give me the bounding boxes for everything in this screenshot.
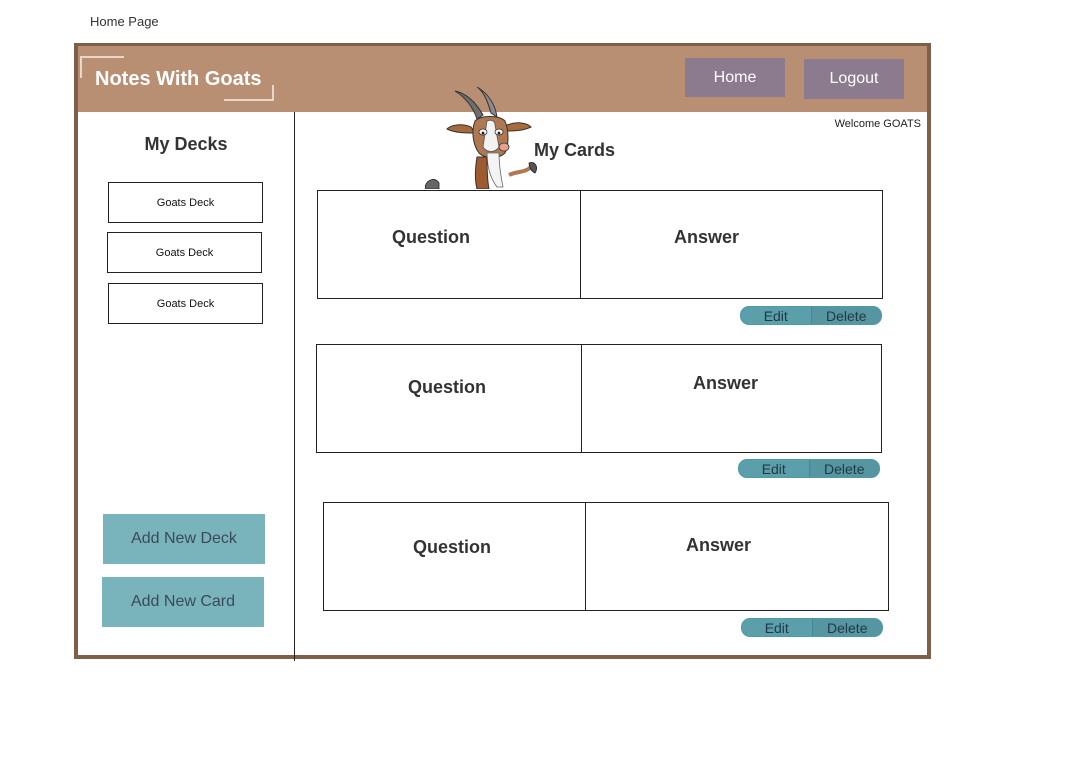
card-answer: Answer: [674, 227, 740, 247]
delete-button[interactable]: Delete: [811, 307, 881, 324]
card-answer: Answer: [686, 535, 752, 555]
my-cards-title: My Cards: [534, 140, 616, 160]
edit-button[interactable]: Edit: [739, 460, 810, 477]
card[interactable]: Question Answer: [316, 344, 882, 453]
delete-button[interactable]: Delete: [809, 460, 879, 477]
sidebar-divider-tail: [294, 652, 295, 661]
goat-mascot-icon: [425, 87, 537, 189]
logout-button[interactable]: Logout: [804, 59, 904, 99]
card-actions: Edit Delete: [740, 306, 882, 325]
card-actions: Edit Delete: [741, 618, 883, 637]
edit-button[interactable]: Edit: [742, 619, 813, 636]
sidebar-title: My Decks: [144, 134, 228, 154]
card-question: Question: [413, 537, 492, 557]
deck-item[interactable]: Goats Deck: [107, 232, 262, 273]
add-new-deck-button[interactable]: Add New Deck: [103, 514, 265, 564]
card-divider: [580, 191, 581, 298]
card-divider: [585, 503, 586, 610]
card[interactable]: Question Answer: [323, 502, 889, 611]
card-answer: Answer: [693, 373, 759, 393]
delete-button[interactable]: Delete: [812, 619, 882, 636]
add-new-card-button[interactable]: Add New Card: [102, 577, 264, 627]
card[interactable]: Question Answer: [317, 190, 883, 299]
main-content: Welcome GOATS My Cards Question Answer E…: [295, 87, 927, 655]
deck-item[interactable]: Goats Deck: [108, 182, 263, 223]
page-label: Home Page: [90, 14, 159, 29]
sidebar: My Decks Goats Deck Goats Deck Goats Dec…: [78, 112, 295, 655]
app-frame: Notes With Goats Home Logout My Decks Go…: [74, 43, 931, 659]
home-button[interactable]: Home: [685, 58, 785, 97]
card-divider: [581, 345, 582, 452]
edit-button[interactable]: Edit: [741, 307, 812, 324]
welcome-text: Welcome GOATS: [834, 118, 921, 130]
card-actions: Edit Delete: [738, 459, 880, 478]
deck-item[interactable]: Goats Deck: [108, 283, 263, 324]
card-question: Question: [392, 227, 471, 247]
app-title: Notes With Goats: [95, 68, 262, 90]
card-question: Question: [408, 377, 487, 397]
